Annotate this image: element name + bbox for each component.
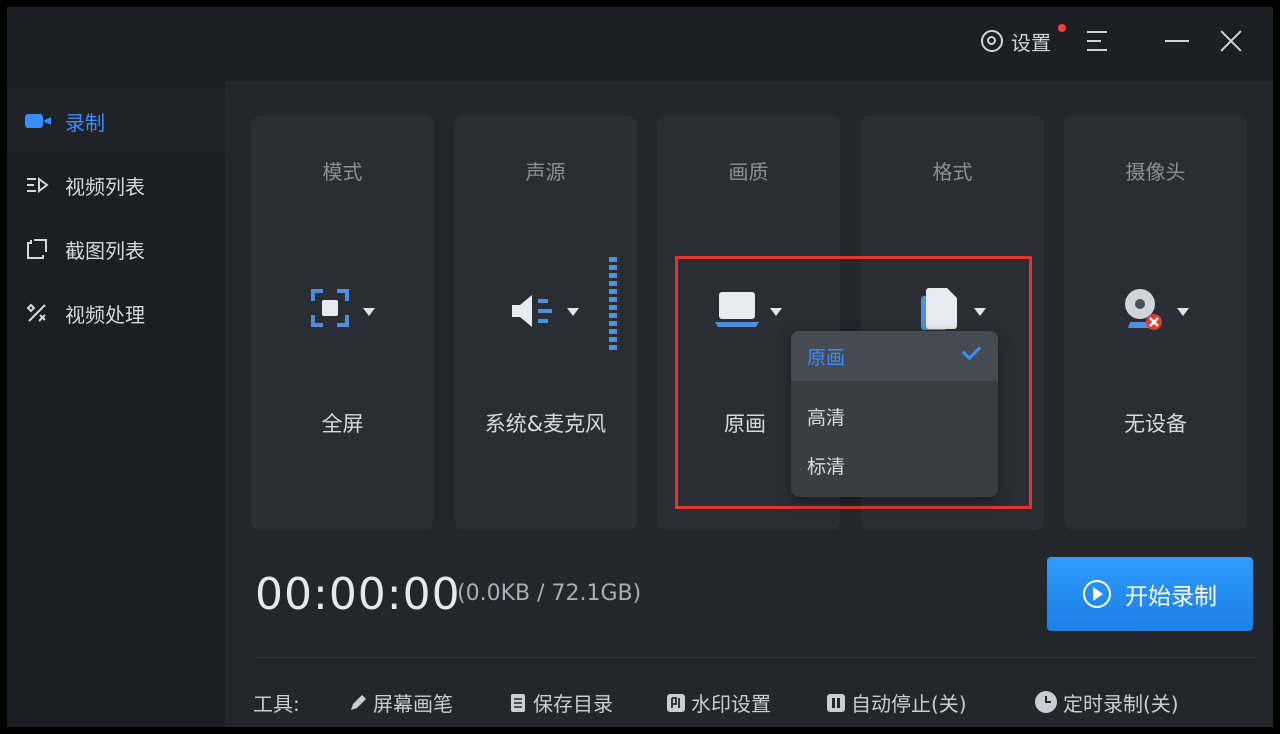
minimize-icon[interactable] (1165, 40, 1189, 42)
clock-icon (1035, 691, 1057, 713)
quality-dropdown-menu: 原画 高清 标清 (791, 331, 998, 497)
sidebar-item-record[interactable]: 录制 (7, 89, 225, 153)
settings-label: 设置 (1011, 30, 1051, 55)
camera-icon (25, 109, 53, 133)
start-recording-button[interactable]: 开始录制 (1047, 557, 1253, 631)
sidebar-item-video-list[interactable]: 视频列表 (7, 153, 225, 217)
volume-level-meter (609, 257, 617, 357)
storage-size: (0.0KB / 72.1GB) (457, 581, 642, 606)
start-recording-label: 开始录制 (1125, 584, 1217, 610)
chevron-down-icon[interactable] (1177, 308, 1189, 316)
webcam-icon (1124, 288, 1164, 336)
close-icon[interactable] (1219, 29, 1243, 53)
speaker-icon (510, 291, 558, 331)
chevron-down-icon[interactable] (567, 308, 579, 316)
settings-icon (981, 30, 1003, 52)
play-icon (1083, 580, 1111, 608)
card-header: 格式 (932, 160, 973, 184)
sidebar: 录制 视频列表 截图列表 视频处理 (7, 81, 225, 727)
main-panel: 模式 全屏 声源 系统&麦克风 画质 原画 格式 摄像头 无设备 原画 高清 标… (225, 81, 1273, 727)
fullscreen-icon (311, 289, 349, 327)
pause-icon (827, 693, 845, 712)
tool-save-directory[interactable]: 保存目录 (509, 687, 613, 717)
document-icon (509, 693, 527, 712)
dropdown-option-original[interactable]: 原画 (791, 331, 998, 381)
recording-timer: 00:00:00 (255, 569, 461, 620)
audio-source-card[interactable]: 声源 系统&麦克风 (454, 116, 637, 530)
chevron-down-icon[interactable] (363, 308, 375, 316)
checkmark-icon (961, 340, 982, 361)
card-header: 画质 (728, 160, 769, 184)
watermark-icon (667, 693, 685, 712)
sidebar-item-label: 视频列表 (65, 174, 145, 199)
dropdown-option-hd[interactable]: 高清 (791, 391, 998, 441)
tool-scheduled-recording[interactable]: 定时录制(关) (1035, 687, 1179, 717)
settings-button[interactable]: 设置 (981, 27, 1051, 55)
tool-watermark-settings[interactable]: 水印设置 (667, 687, 771, 717)
tools-icon (25, 301, 53, 325)
sidebar-item-label: 录制 (65, 110, 105, 135)
title-bar: 设置 (7, 7, 1273, 81)
card-value: 无设备 (1124, 412, 1187, 436)
webcam-card[interactable]: 摄像头 无设备 (1064, 116, 1247, 530)
sidebar-item-video-process[interactable]: 视频处理 (7, 281, 225, 345)
card-header: 声源 (525, 160, 566, 184)
card-header: 模式 (322, 160, 363, 184)
mode-card[interactable]: 模式 全屏 (251, 116, 434, 530)
app-window: 设置 录制 视频列表 截图列表 视频处理 模式 全屏 声源 系统&麦克风 画质 … (7, 7, 1273, 727)
sidebar-item-screenshot-list[interactable]: 截图列表 (7, 217, 225, 281)
tool-auto-stop[interactable]: 自动停止(关) (827, 687, 967, 717)
card-value: 系统&麦克风 (484, 412, 607, 436)
pen-icon (349, 693, 367, 711)
divider (255, 657, 1255, 658)
dropdown-option-sd[interactable]: 标清 (791, 440, 998, 490)
card-value: 全屏 (321, 412, 364, 436)
menu-icon[interactable] (1087, 31, 1109, 51)
video-list-icon (25, 173, 53, 197)
sidebar-item-label: 截图列表 (65, 238, 145, 263)
tool-screen-pen[interactable]: 屏幕画笔 (349, 687, 453, 717)
card-header: 摄像头 (1125, 160, 1186, 184)
sidebar-item-label: 视频处理 (65, 302, 145, 327)
screenshot-icon (25, 237, 53, 261)
notification-dot (1058, 24, 1066, 32)
tools-label: 工具: (253, 691, 300, 716)
